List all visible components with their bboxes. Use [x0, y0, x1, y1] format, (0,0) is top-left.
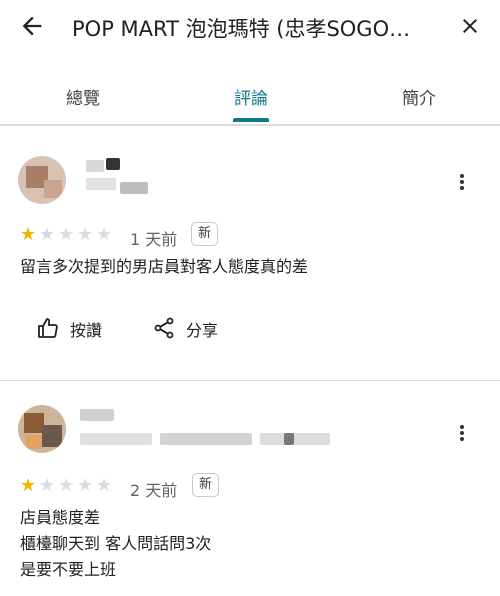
review-text: 留言多次提到的男店員對客人態度真的差	[20, 257, 309, 276]
review-age: 1 天前	[130, 230, 178, 249]
new-badge: 新	[191, 222, 219, 246]
star-empty-icon: ★	[39, 224, 56, 245]
star-empty-icon: ★	[39, 475, 56, 496]
back-arrow-icon[interactable]	[18, 12, 46, 40]
star-empty-icon: ★	[77, 475, 94, 496]
thumb-up-icon	[38, 318, 58, 338]
avatar[interactable]	[18, 156, 66, 204]
review-text: 店員態度差 櫃檯聊天到 客人問話問3次 是要不要上班	[20, 508, 212, 579]
share-button[interactable]: 分享	[152, 314, 232, 342]
star-empty-icon: ★	[77, 224, 94, 245]
star-empty-icon: ★	[58, 224, 75, 245]
star-filled-icon: ★	[20, 224, 37, 245]
review-card: ★ ★ ★ ★ ★ 1 天前 新 留言多次提到的男店員對客人態度真的差 按讚 分享	[0, 126, 500, 380]
review-card: ★ ★ ★ ★ ★ 2 天前 新 店員態度差 櫃檯聊天到 客人問話問3次 是要不要上班	[0, 381, 500, 596]
share-icon	[154, 317, 174, 339]
avatar[interactable]	[18, 405, 66, 453]
app-bar: POP MART 泡泡瑪特 (忠孝SOGO…	[0, 0, 500, 52]
star-rating: ★ ★ ★ ★ ★	[20, 475, 115, 496]
star-empty-icon: ★	[58, 475, 75, 496]
more-options-icon[interactable]	[450, 170, 474, 194]
more-options-icon[interactable]	[450, 421, 474, 445]
star-empty-icon: ★	[96, 475, 113, 496]
tab-reviews[interactable]: 評論	[191, 84, 311, 109]
star-rating: ★ ★ ★ ★ ★	[20, 224, 115, 245]
tab-overview[interactable]: 總覽	[23, 84, 143, 109]
star-empty-icon: ★	[96, 224, 113, 245]
new-badge: 新	[192, 473, 220, 497]
page-title: POP MART 泡泡瑪特 (忠孝SOGO…	[72, 17, 411, 41]
tab-indicator	[233, 118, 269, 122]
close-icon[interactable]	[458, 14, 482, 38]
tab-bar: 總覽 評論 簡介	[0, 76, 500, 124]
tab-about[interactable]: 簡介	[359, 84, 479, 109]
like-button[interactable]: 按讚	[36, 314, 116, 342]
star-filled-icon: ★	[20, 475, 37, 496]
review-age: 2 天前	[130, 481, 178, 500]
